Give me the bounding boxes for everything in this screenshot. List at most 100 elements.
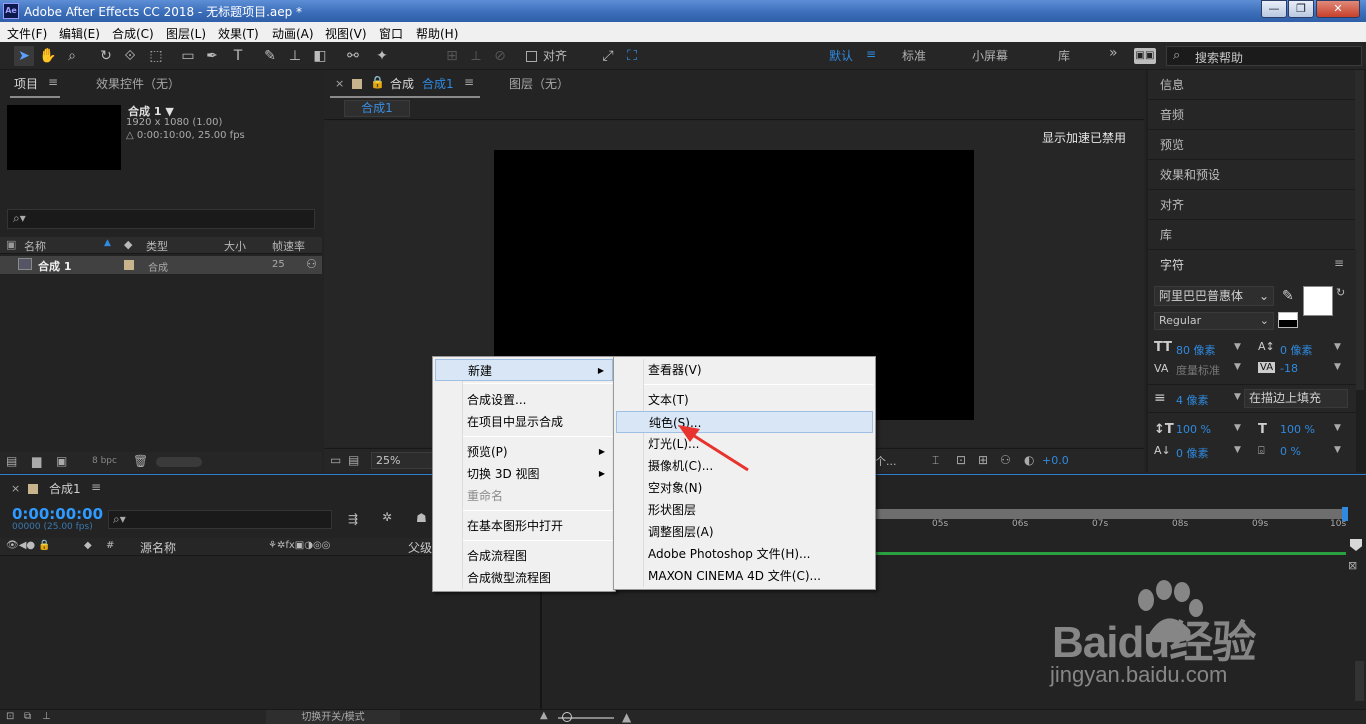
menu-window[interactable]: 窗口 xyxy=(379,25,403,42)
workspace-small-screen[interactable]: 小屏幕 xyxy=(972,47,1008,64)
mask-vis-icon[interactable]: ▤ xyxy=(348,453,359,467)
timeline-tab-name[interactable]: 合成1 xyxy=(49,480,81,497)
timeline-search-input[interactable]: ⌕▾ xyxy=(108,510,332,529)
tab-effect-controls[interactable]: 效果控件（无） xyxy=(96,75,180,92)
close-tab-icon[interactable]: × xyxy=(11,482,20,495)
kerning-value[interactable]: 度量标准 xyxy=(1176,362,1220,378)
view-axis-icon[interactable]: ⊘ xyxy=(490,46,510,66)
menu-item-comp-settings[interactable]: 合成设置... xyxy=(435,389,613,411)
search-help-field[interactable]: ⌕ 搜索帮助 xyxy=(1166,46,1362,66)
pen-tool-icon[interactable]: ✒ xyxy=(202,46,222,66)
world-axis-icon[interactable]: ⟂ xyxy=(466,46,486,66)
camera-tool-icon[interactable]: ⟐ xyxy=(120,46,140,66)
col-parent[interactable]: 父级 xyxy=(408,539,432,556)
pan-behind-tool-icon[interactable]: ⬚ xyxy=(146,46,166,66)
leading-value[interactable]: 0 像素 xyxy=(1280,342,1313,358)
font-family-select[interactable]: 阿里巴巴普惠体 ⌄ xyxy=(1154,286,1274,306)
rotate-tool-icon[interactable]: ↻ xyxy=(96,46,116,66)
zoom-in-icon[interactable]: ▲ xyxy=(622,710,631,724)
comp-tab-name[interactable]: 合成1 xyxy=(422,75,454,92)
menu-view[interactable]: 视图(V) xyxy=(325,25,367,42)
rectangle-tool-icon[interactable]: ▭ xyxy=(178,46,198,66)
menu-layer[interactable]: 图层(L) xyxy=(166,25,206,42)
panel-align[interactable]: 对齐 xyxy=(1148,190,1356,220)
zoom-select[interactable]: 25% xyxy=(371,452,439,469)
font-style-select[interactable]: Regular ⌄ xyxy=(1154,312,1274,330)
stroke-width-value[interactable]: 4 像素 xyxy=(1176,392,1209,408)
col-fps[interactable]: 帧速率 xyxy=(272,238,305,254)
menu-composition[interactable]: 合成(C) xyxy=(112,25,154,42)
zoom-out-icon[interactable]: ▲ xyxy=(540,710,548,721)
workspace-library[interactable]: 库 xyxy=(1058,47,1070,64)
shy-layers-icon[interactable]: ☗ xyxy=(416,511,427,525)
comp-tab-label[interactable]: 合成 xyxy=(390,75,414,92)
current-timecode[interactable]: 0:00:00:00 xyxy=(12,505,103,523)
horizontal-scale-value[interactable]: 100 % xyxy=(1280,423,1315,436)
chevron-down-icon[interactable]: ▼ xyxy=(1234,392,1241,402)
toggle-switches-modes-button[interactable]: 切换开关/模式 xyxy=(266,710,400,724)
project-search-input[interactable]: ⌕▾ xyxy=(7,209,315,229)
selection-tool-icon[interactable]: ➤ xyxy=(14,46,34,66)
submenu-item-null-object[interactable]: 空对象(N) xyxy=(616,477,873,499)
close-tab-icon[interactable]: × xyxy=(335,77,344,90)
panel-libraries[interactable]: 库 xyxy=(1148,220,1356,250)
align-checkbox[interactable] xyxy=(526,51,537,62)
comp-panel-menu-icon[interactable]: ≡ xyxy=(464,75,474,89)
menu-item-preview[interactable]: 预览(P) ▶ xyxy=(435,441,613,463)
chevron-down-icon[interactable]: ▼ xyxy=(1234,362,1241,372)
workspace-menu-icon[interactable]: ≡ xyxy=(866,47,876,61)
chevron-down-icon[interactable]: ▼ xyxy=(1334,362,1341,372)
table-row[interactable]: 合成 1 合成 25 ⚇ xyxy=(0,256,322,274)
exposure-value[interactable]: +0.0 xyxy=(1042,454,1069,467)
menu-edit[interactable]: 编辑(E) xyxy=(59,25,100,42)
submenu-item-adjustment-layer[interactable]: 调整图层(A) xyxy=(616,521,873,543)
chevron-down-icon[interactable]: ▼ xyxy=(1334,342,1341,352)
lock-icon[interactable]: 🔒 xyxy=(370,75,385,89)
comp-marker-icon[interactable] xyxy=(1350,539,1362,551)
chevron-down-icon[interactable]: ▼ xyxy=(1334,445,1341,455)
chevron-down-icon[interactable]: ▼ xyxy=(1234,445,1241,455)
menu-animation[interactable]: 动画(A) xyxy=(272,25,314,42)
label-color-swatch[interactable] xyxy=(124,260,134,270)
submenu-item-photoshop-file[interactable]: Adobe Photoshop 文件(H)... xyxy=(616,543,873,565)
panel-info[interactable]: 信息 xyxy=(1148,70,1356,100)
no-fill-stroke-icon[interactable] xyxy=(1278,312,1298,328)
panel-audio[interactable]: 音频 xyxy=(1148,100,1356,130)
always-preview-icon[interactable]: ▭ xyxy=(330,453,341,467)
eraser-tool-icon[interactable]: ◧ xyxy=(310,46,330,66)
bpc-button[interactable]: 8 bpc xyxy=(92,456,117,466)
eyedropper-icon[interactable]: ✎ xyxy=(1282,288,1294,304)
text-tool-icon[interactable]: T xyxy=(228,46,248,66)
flowchart-icon[interactable]: ⚇ xyxy=(1000,453,1011,467)
minimize-button[interactable]: — xyxy=(1261,0,1287,18)
zoom-tool-icon[interactable]: ⌕ xyxy=(62,46,82,66)
toggle-pixel-aspect-icon[interactable]: ⌶ xyxy=(932,453,939,468)
chevron-down-icon[interactable]: ▼ xyxy=(1234,342,1241,352)
menu-item-comp-mini-flowchart[interactable]: 合成微型流程图 xyxy=(435,567,613,589)
sync-settings-icon[interactable]: ▣▣ xyxy=(1134,48,1156,64)
transfer-controls-icon[interactable]: ⧉ xyxy=(24,711,31,722)
menu-file[interactable]: 文件(F) xyxy=(7,25,47,42)
col-size[interactable]: 大小 xyxy=(224,238,246,254)
baseline-shift-value[interactable]: 0 像素 xyxy=(1176,445,1209,461)
panel-preview[interactable]: 预览 xyxy=(1148,130,1356,160)
col-name[interactable]: 名称 xyxy=(24,238,46,254)
new-folder-icon[interactable]: ▆ xyxy=(32,454,41,468)
submenu-item-cinema4d-file[interactable]: MAXON CINEMA 4D 文件(C)... xyxy=(616,565,873,587)
view-count-select[interactable]: 个... xyxy=(875,453,897,469)
chevron-down-icon[interactable]: ▼ xyxy=(1334,423,1341,433)
workspace-more-button[interactable]: » xyxy=(1109,45,1118,61)
submenu-item-text[interactable]: 文本(T) xyxy=(616,389,873,411)
col-type[interactable]: 类型 xyxy=(146,238,168,254)
character-menu-icon[interactable]: ≡ xyxy=(1334,256,1344,270)
snap-options-icon[interactable]: ⛶ xyxy=(622,46,642,66)
timeline-icon[interactable]: ⊞ xyxy=(978,453,988,467)
tab-project[interactable]: 项目 xyxy=(14,75,38,92)
breadcrumb[interactable]: 合成1 xyxy=(344,100,410,117)
swap-colors-icon[interactable]: ↻ xyxy=(1336,286,1345,299)
tsume-value[interactable]: 0 % xyxy=(1280,445,1301,458)
font-size-value[interactable]: 80 像素 xyxy=(1176,342,1216,358)
work-area-bar[interactable] xyxy=(872,509,1346,519)
brush-tool-icon[interactable]: ✎ xyxy=(260,46,280,66)
menu-help[interactable]: 帮助(H) xyxy=(416,25,458,42)
